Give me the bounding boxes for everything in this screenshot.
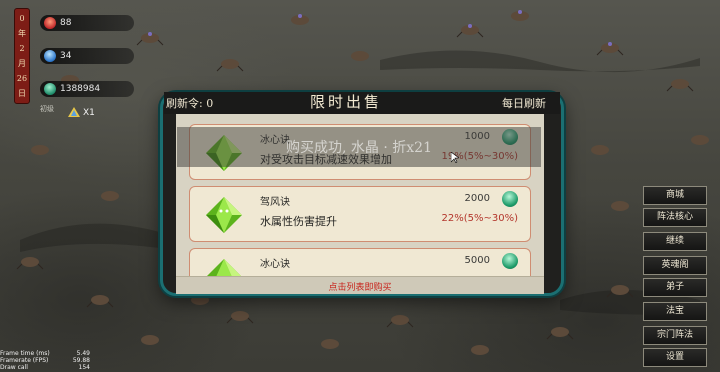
item-name: 冰心诀 xyxy=(260,259,290,270)
date-year-label: 年 xyxy=(18,29,26,38)
debug-stats: Frame time (ms) 5.49 Framerate (FPS) 59.88… xyxy=(0,350,96,371)
purchase-toast: 购买成功, 水晶 · 折x21 xyxy=(177,127,541,167)
water-drop-icon xyxy=(44,50,56,62)
date-year-value: 0 xyxy=(19,14,25,23)
formation-core-button[interactable]: 阵法核心 xyxy=(643,208,707,227)
tier-label: 初级 xyxy=(40,105,54,113)
item-description: 水属性伤害提升 xyxy=(260,215,337,228)
sale-item[interactable]: 冰心诀 5000 xyxy=(189,248,531,276)
hero-soul-pavilion-button[interactable]: 英魂阁 xyxy=(643,256,707,275)
date-day-label: 日 xyxy=(18,89,26,98)
mall-button[interactable]: 商城 xyxy=(643,186,707,205)
disciples-button[interactable]: 弟子 xyxy=(643,278,707,297)
item-price: 5000 xyxy=(464,255,490,266)
debug-value: 154 xyxy=(78,364,90,371)
sect-formation-button[interactable]: 宗门阵法 xyxy=(643,326,707,345)
dialog-title: 限时出售 xyxy=(310,93,383,111)
debug-value: 59.88 xyxy=(72,357,90,364)
mouse-cursor-icon xyxy=(451,152,459,163)
item-bonus-percent: 22%(5%~30%) xyxy=(441,213,519,224)
resource-jade-value: 1388984 xyxy=(60,84,101,94)
flame-icon xyxy=(44,17,56,29)
game-date: 0 年 2 月 26 日 xyxy=(14,8,30,104)
debug-label: Framerate (FPS) xyxy=(0,357,49,364)
resource-jade: 1388984 xyxy=(40,81,134,97)
daily-refresh-label: 每日刷新 xyxy=(502,97,546,110)
date-month-value: 2 xyxy=(19,44,25,53)
debug-label: Draw call xyxy=(0,364,28,371)
debug-label: Frame time (ms) xyxy=(0,350,50,357)
item-name: 驾风诀 xyxy=(260,197,290,208)
tier-triangle-icon xyxy=(68,107,80,117)
toast-message: 购买成功, 水晶 · 折x21 xyxy=(286,140,432,156)
resource-water-value: 34 xyxy=(60,51,72,61)
debug-value: 5.49 xyxy=(76,350,90,357)
purchase-hint: 点击列表即购买 xyxy=(328,283,392,293)
jade-coin-icon xyxy=(502,191,518,207)
gem-icon xyxy=(206,197,242,233)
settings-button[interactable]: 设置 xyxy=(643,348,707,367)
resource-flame: 88 xyxy=(40,15,134,31)
date-day-value: 26 xyxy=(16,74,28,83)
date-month-label: 月 xyxy=(18,59,26,68)
jade-icon xyxy=(44,83,56,95)
resource-water: 34 xyxy=(40,48,134,64)
resource-flame-value: 88 xyxy=(60,18,72,28)
jade-coin-icon xyxy=(502,253,518,269)
dialog-footer: 点击列表即购买 xyxy=(176,276,544,294)
refresh-token-count: 刷新令: 0 xyxy=(166,97,214,110)
continue-button[interactable]: 继续 xyxy=(643,232,707,251)
item-price: 2000 xyxy=(464,193,490,204)
gem-icon xyxy=(207,259,241,276)
tier-count: X1 xyxy=(83,108,95,118)
treasures-button[interactable]: 法宝 xyxy=(643,302,707,321)
sale-item[interactable]: 驾风诀 水属性伤害提升 2000 22%(5%~30%) xyxy=(189,186,531,242)
